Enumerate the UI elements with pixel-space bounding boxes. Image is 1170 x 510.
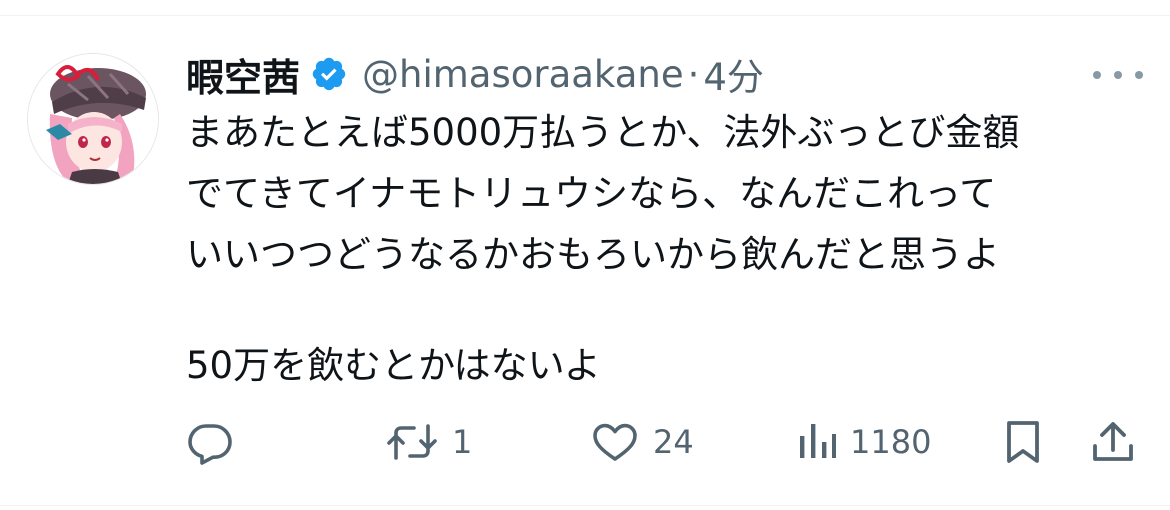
top-divider [0, 15, 1170, 16]
separator-dot: · [687, 52, 700, 96]
tweet-text: まあたとえば5000万払うとか、法外ぶっとび金額 でてきてイナモトリュウシなら、… [186, 102, 1146, 396]
like-count: 24 [653, 423, 694, 461]
timestamp[interactable]: 4分 [703, 47, 764, 101]
verified-badge-icon[interactable] [310, 55, 348, 93]
share-button[interactable] [1091, 412, 1135, 472]
share-icon [1093, 422, 1133, 461]
display-name[interactable]: 暇空茜 [186, 47, 300, 102]
retweet-button[interactable]: 1 [386, 412, 472, 472]
tweet-text-line: でてきてイナモトリュウシなら、なんだこれって [186, 172, 997, 215]
more-options-button[interactable] [1093, 60, 1143, 90]
views-button[interactable]: 1180 [796, 412, 931, 472]
retweet-icon [387, 424, 437, 460]
more-dot-icon [1093, 71, 1101, 79]
handle[interactable]: @himasoraakane [362, 53, 684, 96]
like-button[interactable]: 24 [591, 412, 694, 472]
tweet-text-line: 50万を飲むとかはないよ [186, 344, 601, 387]
heart-icon [593, 423, 637, 461]
avatar-image [28, 54, 158, 184]
reply-icon [188, 424, 232, 465]
tweet-text-line: いいつつどうなるかおもろいから飲んだと思うよ [186, 233, 1000, 276]
tweet-header: 暇空茜 @himasoraakane · 4分 [186, 46, 764, 102]
avatar[interactable] [27, 53, 159, 185]
tweet-text-line: まあたとえば5000万払うとか、法外ぶっとび金額 [186, 111, 1020, 154]
more-dot-icon [1135, 71, 1143, 79]
views-count: 1180 [850, 423, 932, 461]
bottom-divider [0, 505, 1170, 506]
action-bar: 1 24 1180 [186, 412, 1146, 472]
retweet-count: 1 [452, 423, 473, 461]
bookmark-icon [1007, 421, 1039, 463]
more-dot-icon [1114, 71, 1122, 79]
reply-button[interactable] [186, 412, 234, 472]
bookmark-button[interactable] [1001, 412, 1045, 472]
views-icon [800, 424, 836, 458]
